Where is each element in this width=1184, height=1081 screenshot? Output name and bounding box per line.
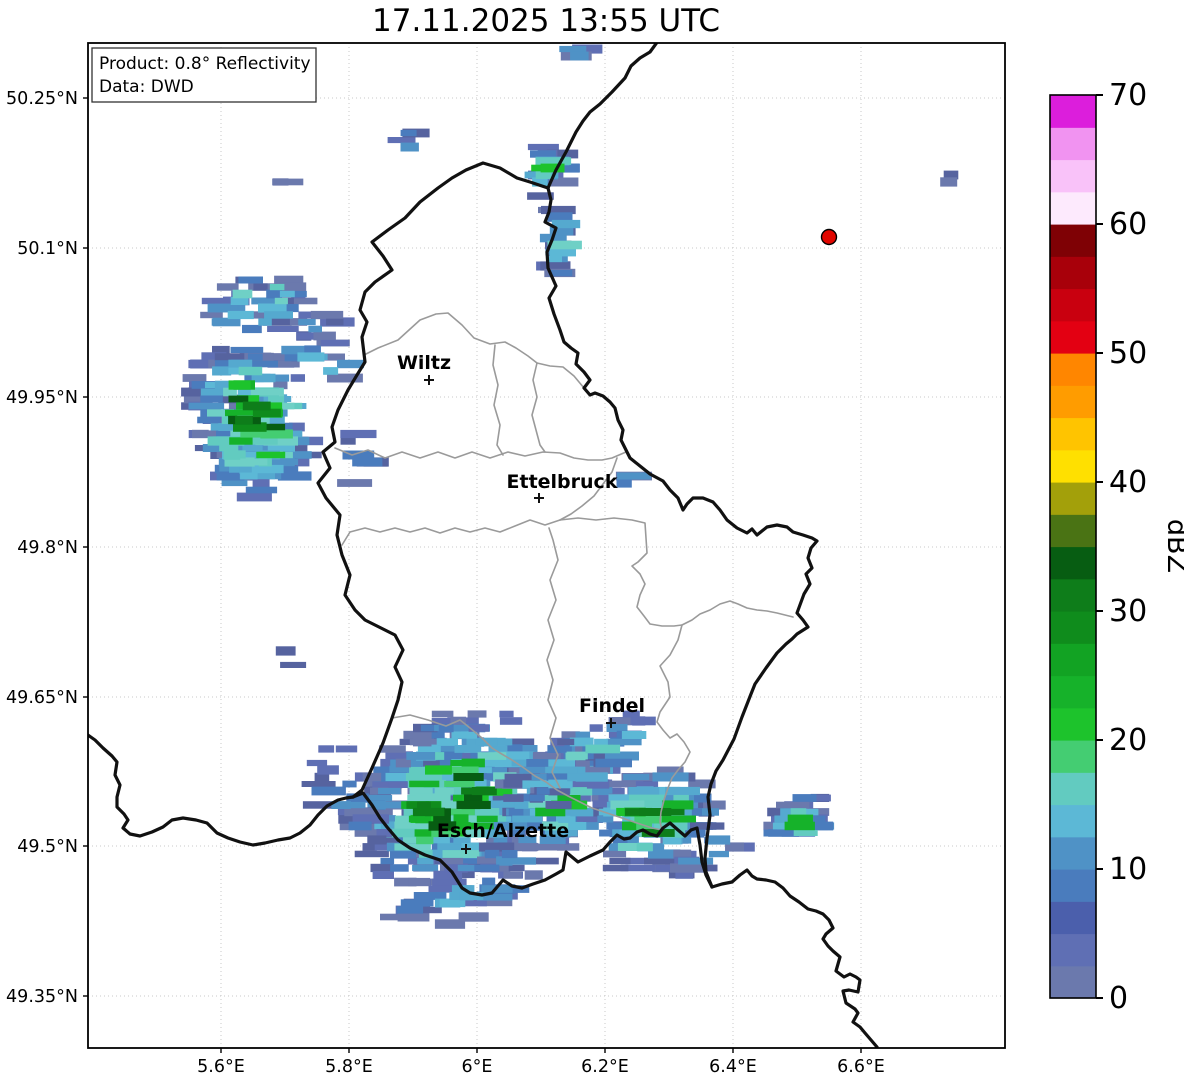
y-tick-label: 49.65°N xyxy=(6,688,78,708)
colorbar: 0 10 20 30 40 50 60 70 xyxy=(1049,78,1147,1016)
x-tick-label: 5.6°E xyxy=(197,1057,245,1077)
radar-echo-cluster-dash-center xyxy=(550,737,575,747)
colorbar-tick-label: 60 xyxy=(1109,207,1147,242)
x-tick-label: 6.6°E xyxy=(837,1057,885,1077)
x-tick-label: 5.8°E xyxy=(325,1057,373,1077)
colorbar-tick-label: 30 xyxy=(1109,594,1147,629)
y-tick-label: 49.95°N xyxy=(6,388,78,408)
city-marker-icon xyxy=(534,493,544,503)
radar-echo-cluster-nw-cell-se-bits xyxy=(337,429,389,487)
radar-echo-cluster-ettelbruck-echo xyxy=(615,471,652,488)
city-label: Ettelbruck xyxy=(507,471,618,493)
radar-echo-cluster-small-dash-west xyxy=(272,178,304,186)
radar-figure: Wiltz Ettelbruck Findel Esch/Alzette 5.6°E 5.… xyxy=(0,0,1184,1081)
radar-echo-cluster-our-valley-south xyxy=(536,205,582,278)
city-label: Esch/Alzette xyxy=(437,820,569,842)
radar-echo-cluster-east-cell xyxy=(763,793,835,837)
colorbar-tick-label: 50 xyxy=(1109,336,1147,371)
city-label: Findel xyxy=(579,695,645,717)
y-tick-label: 49.35°N xyxy=(6,987,78,1007)
city-label: Wiltz xyxy=(397,352,451,374)
radar-echo-cluster-small-bits-top xyxy=(559,44,603,61)
radar-site-dot xyxy=(820,228,838,246)
info-box: Product: 0.8° Reflectivity Data: DWD xyxy=(91,47,317,103)
y-tick-label: 49.8°N xyxy=(17,538,78,558)
radar-echo-cluster-small-echo-northwest xyxy=(387,128,430,152)
radar-map-canvas: Wiltz Ettelbruck Findel Esch/Alzette 5.6°E 5.… xyxy=(6,3,1184,1077)
colorbar-tick-label: 40 xyxy=(1109,465,1147,500)
radar-echo-cluster-diag-dash-sw xyxy=(275,646,307,668)
colorbar-axis-label: dBZ xyxy=(1161,519,1184,573)
x-tick-label: 6°E xyxy=(462,1057,493,1077)
x-tick-label: 6.4°E xyxy=(709,1057,757,1077)
city-wiltz: Wiltz xyxy=(397,352,451,385)
x-tick-label: 6.2°E xyxy=(581,1057,629,1077)
city-marker-icon xyxy=(424,375,434,385)
city-ettelbruck: Ettelbruck xyxy=(507,471,618,503)
colorbar-tick-label: 0 xyxy=(1109,981,1128,1016)
info-box-product: Product: 0.8° Reflectivity xyxy=(99,54,311,74)
figure-title: 17.11.2025 13:55 UTC xyxy=(372,3,720,39)
colorbar-tick-label: 70 xyxy=(1109,78,1147,113)
info-box-source: Data: DWD xyxy=(99,77,194,97)
radar-echo-cluster-nw-cell-main xyxy=(181,345,324,502)
y-tick-label: 49.5°N xyxy=(17,837,78,857)
y-tick-label: 50.25°N xyxy=(6,89,78,109)
y-tick-label: 50.1°N xyxy=(17,239,78,259)
colorbar-tick-label: 20 xyxy=(1109,723,1147,758)
country-borders xyxy=(88,43,879,1048)
radar-echo-cluster-our-valley-north xyxy=(524,143,580,200)
colorbar-tick-label: 10 xyxy=(1109,852,1147,887)
radar-echo-cluster-tiny-echo-ne xyxy=(940,170,959,187)
